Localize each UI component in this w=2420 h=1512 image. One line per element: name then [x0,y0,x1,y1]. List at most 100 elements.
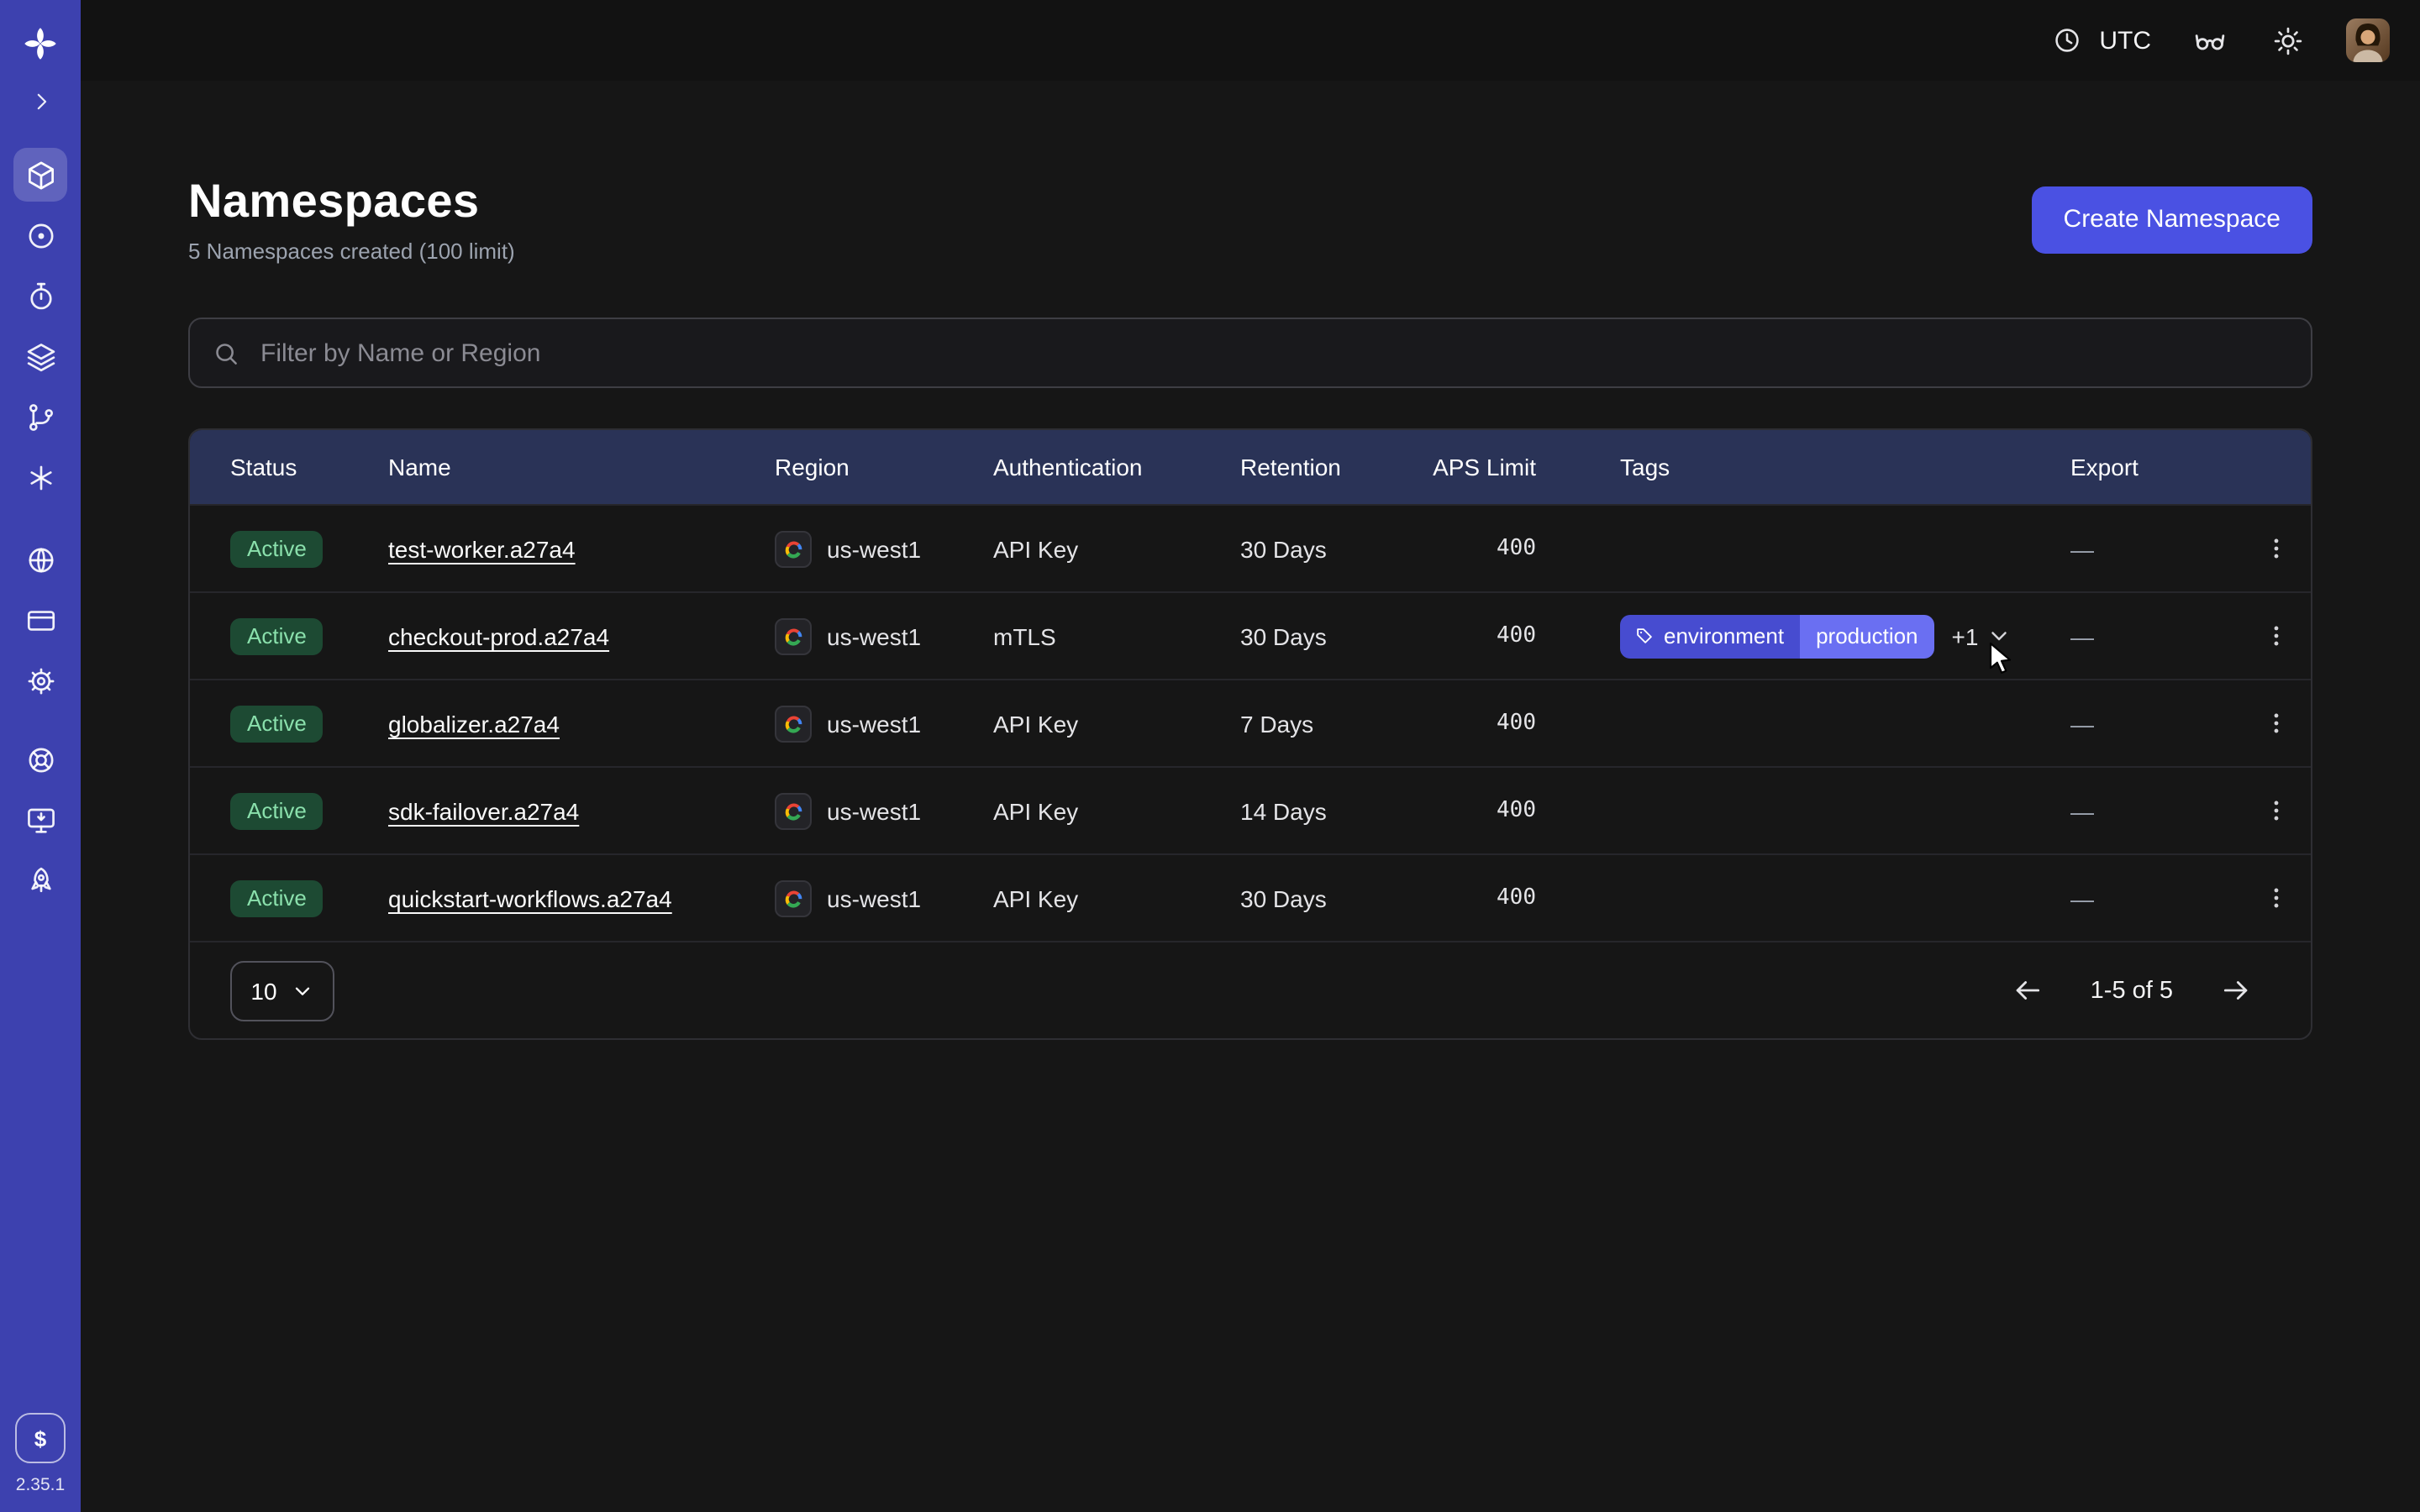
pagination: 1-5 of 5 [2010,972,2254,1009]
sidebar-item-nexus[interactable] [13,208,67,262]
aps-limit-value: 400 [1432,536,1620,561]
tag-key-label: environment [1664,623,1784,648]
retention-label: 14 Days [1240,797,1432,824]
page-title: Namespaces [188,175,515,228]
page-size-select[interactable]: 10 [230,960,334,1021]
chevron-right-icon [28,88,53,113]
aps-limit-value: 400 [1432,623,1620,648]
table-header-row: Status Name Region Authentication Retent… [190,430,2311,504]
theme-toggle-button[interactable] [2269,22,2306,59]
sidebar-item-support[interactable] [13,732,67,786]
sidebar-item-workflows[interactable] [13,390,67,444]
sidebar-item-cloud[interactable] [13,533,67,586]
sidebar-group-primary [13,148,67,504]
column-header-retention: Retention [1240,454,1432,480]
namespace-link[interactable]: quickstart-workflows.a27a4 [388,885,672,911]
sidebar-item-batch-operations[interactable] [13,450,67,504]
globe-icon [24,543,56,575]
region-label: us-west1 [827,535,921,562]
sidebar-expand-button[interactable] [17,77,64,124]
tag-icon [1635,627,1654,645]
status-badge: Active [230,530,324,567]
sidebar-item-schedules[interactable] [13,269,67,323]
timer-icon [24,280,56,312]
kebab-icon [2261,534,2290,563]
timezone-label: UTC [2099,26,2151,55]
row-menu-button[interactable] [2252,700,2299,747]
gear-icon [24,664,56,696]
column-header-aps-limit: APS Limit [1432,454,1620,480]
next-page-button[interactable] [2217,972,2254,1009]
filter-bar [188,318,2312,388]
namespace-link[interactable]: sdk-failover.a27a4 [388,797,579,824]
column-header-region: Region [775,454,993,480]
tag-value-label: production [1799,614,1934,658]
sun-icon [2271,24,2303,56]
temporal-logo[interactable] [13,17,67,71]
sidebar-item-getting-started[interactable] [13,853,67,907]
status-badge: Active [230,792,324,829]
sidebar-item-billing[interactable] [13,593,67,647]
previous-page-button[interactable] [2010,972,2047,1009]
row-menu-button[interactable] [2252,525,2299,572]
export-value: — [2070,622,2240,649]
namespace-link[interactable]: globalizer.a27a4 [388,710,560,737]
sidebar-item-namespaces[interactable] [13,148,67,202]
table-footer: 10 1-5 of 5 [190,941,2311,1038]
pagination-range-label: 1-5 of 5 [2091,977,2173,1004]
row-menu-button[interactable] [2252,612,2299,659]
version-label: 2.35.1 [16,1475,65,1495]
sidebar: $ 2.35.1 [0,0,81,1512]
layers-icon [24,340,56,372]
table-row: Active quickstart-workflows.a27a4 us-wes… [190,853,2311,941]
namespaces-table: Status Name Region Authentication Retent… [188,428,2312,1040]
auth-label: API Key [993,885,1240,911]
sidebar-item-settings[interactable] [13,654,67,707]
row-menu-button[interactable] [2252,787,2299,834]
column-header-tags: Tags [1620,454,2070,480]
retention-label: 30 Days [1240,885,1432,911]
card-icon [24,604,56,636]
dollar-icon: $ [34,1425,46,1451]
column-header-status: Status [190,454,388,480]
retention-label: 7 Days [1240,710,1432,737]
sidebar-group-account [13,533,67,707]
sidebar-item-docs[interactable] [13,793,67,847]
usage-button[interactable]: $ [15,1413,66,1463]
gcp-icon [775,792,812,829]
column-header-authentication: Authentication [993,454,1240,480]
auth-label: mTLS [993,622,1240,649]
arrow-left-icon [2012,974,2044,1006]
arrow-right-icon [2219,974,2251,1006]
namespace-link[interactable]: test-worker.a27a4 [388,535,576,562]
gcp-icon [775,879,812,916]
monitor-icon [24,804,56,836]
target-icon [24,219,56,251]
auth-label: API Key [993,797,1240,824]
filter-input[interactable] [257,337,2289,369]
create-namespace-button[interactable]: Create Namespace [2032,186,2312,253]
glasses-icon-button[interactable] [2191,22,2228,59]
aps-limit-value: 400 [1432,885,1620,911]
table-row: Active globalizer.a27a4 us-west1 API Key… [190,679,2311,766]
namespace-link[interactable]: checkout-prod.a27a4 [388,622,609,649]
branch-icon [24,401,56,433]
region-label: us-west1 [827,622,921,649]
aps-limit-value: 400 [1432,711,1620,736]
tag-expand-button[interactable] [1986,623,2012,648]
account-menu-button[interactable] [2346,18,2390,62]
timezone-selector[interactable]: UTC [2049,22,2151,59]
row-menu-button[interactable] [2252,874,2299,921]
tag-chip[interactable]: environment production [1620,614,1935,658]
column-header-export: Export [2070,454,2240,480]
asterisk-icon [24,461,56,493]
kebab-icon [2261,622,2290,650]
sidebar-item-deployments[interactable] [13,329,67,383]
main-content: Namespaces 5 Namespaces created (100 lim… [81,81,2420,1512]
tag-more-label: +1 [1952,622,1979,649]
app-root: $ 2.35.1 UTC [0,0,2420,1512]
region-label: us-west1 [827,710,921,737]
export-value: — [2070,885,2240,911]
gcp-icon [775,530,812,567]
rocket-icon [24,864,56,896]
